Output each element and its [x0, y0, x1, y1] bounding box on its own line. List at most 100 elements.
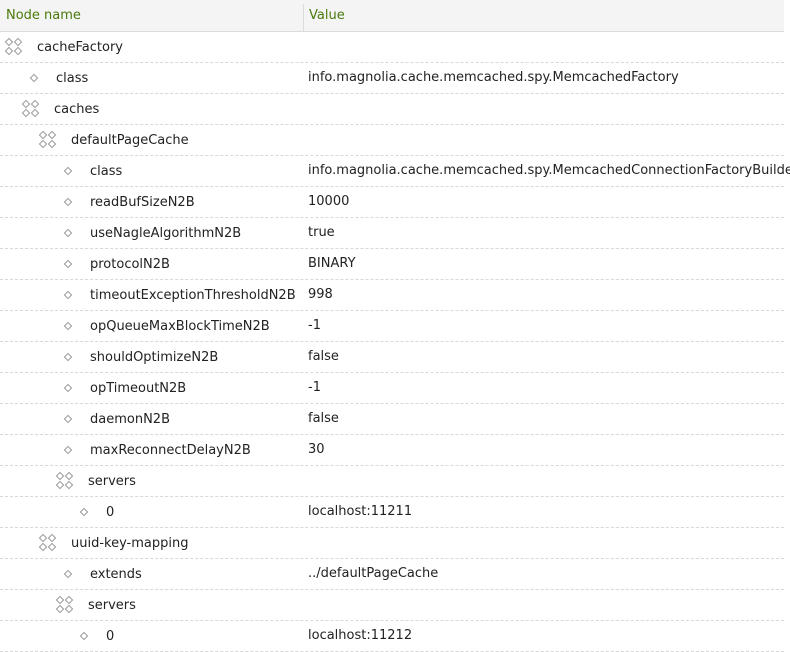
- node-value-cell: false: [308, 349, 339, 364]
- node-name-label: protocolN2B: [90, 256, 170, 272]
- column-header-node-name[interactable]: Node name: [6, 0, 81, 32]
- node-name-cell: 0: [79, 621, 115, 651]
- node-value-cell: -1: [308, 318, 321, 333]
- node-name-cell: uuid-key-mapping: [38, 528, 189, 558]
- column-header-value[interactable]: Value: [309, 0, 345, 32]
- node-name-label: servers: [88, 597, 136, 613]
- node-value-cell: BINARY: [308, 256, 356, 271]
- node-name-label: extends: [90, 566, 142, 582]
- node-value-cell: ../defaultPageCache: [308, 566, 439, 581]
- property-node-icon: [63, 259, 73, 269]
- tree-row[interactable]: opQueueMaxBlockTimeN2B -1: [0, 311, 784, 342]
- node-value-cell: true: [308, 225, 335, 240]
- node-name-cell: defaultPageCache: [38, 125, 189, 155]
- node-name-label: maxReconnectDelayN2B: [90, 442, 251, 458]
- tree-row[interactable]: class info.magnolia.cache.memcached.spy.M…: [0, 156, 790, 187]
- node-value-cell: info.magnolia.cache.memcached.spy.Memcac…: [308, 163, 790, 178]
- tree-row[interactable]: class info.magnolia.cache.memcached.spy.M…: [0, 63, 784, 94]
- content-node-icon: [38, 533, 57, 552]
- tree-row[interactable]: servers: [0, 590, 784, 621]
- tree-row[interactable]: shouldOptimizeN2B false: [0, 342, 784, 373]
- content-node-icon: [4, 37, 23, 56]
- node-name-cell: caches: [21, 94, 100, 124]
- node-name-label: daemonN2B: [90, 411, 170, 427]
- node-name-label: opQueueMaxBlockTimeN2B: [90, 318, 270, 334]
- table-header: Node name Value: [0, 0, 784, 32]
- property-node-icon: [63, 197, 73, 207]
- node-name-cell: class: [63, 156, 123, 186]
- node-name-label: caches: [54, 101, 100, 117]
- property-node-icon: [63, 321, 73, 331]
- property-node-icon: [63, 228, 73, 238]
- tree-row[interactable]: readBufSizeN2B 10000: [0, 187, 784, 218]
- node-name-cell: extends: [63, 559, 142, 589]
- property-node-icon: [63, 352, 73, 362]
- tree-row[interactable]: 0 localhost:11212: [0, 621, 784, 652]
- tree-rows: cacheFactory class info.magnolia.cache.mem…: [0, 32, 790, 652]
- node-value-cell: false: [308, 411, 339, 426]
- node-value-cell: info.magnolia.cache.memcached.spy.Memcac…: [308, 70, 679, 85]
- node-name-cell: class: [29, 63, 89, 93]
- node-tree-table: Node name Value cacheFactory class info.ma…: [0, 0, 790, 652]
- tree-row[interactable]: extends ../defaultPageCache: [0, 559, 784, 590]
- node-name-label: useNagleAlgorithmN2B: [90, 225, 242, 241]
- node-name-label: defaultPageCache: [71, 132, 189, 148]
- node-name-cell: opTimeoutN2B: [63, 373, 187, 403]
- property-node-icon: [29, 73, 39, 83]
- node-value-cell: -1: [308, 380, 321, 395]
- property-node-icon: [63, 383, 73, 393]
- node-name-label: class: [90, 163, 123, 179]
- property-node-icon: [79, 631, 89, 641]
- property-node-icon: [63, 445, 73, 455]
- node-name-cell: maxReconnectDelayN2B: [63, 435, 251, 465]
- node-name-cell: readBufSizeN2B: [63, 187, 195, 217]
- node-name-label: opTimeoutN2B: [90, 380, 187, 396]
- node-name-label: 0: [106, 628, 115, 644]
- node-name-cell: cacheFactory: [4, 32, 123, 62]
- node-name-label: uuid-key-mapping: [71, 535, 189, 551]
- content-node-icon: [38, 130, 57, 149]
- content-node-icon: [55, 471, 74, 490]
- node-name-cell: timeoutExceptionThresholdN2B: [63, 280, 296, 310]
- node-name-cell: shouldOptimizeN2B: [63, 342, 219, 372]
- node-name-cell: useNagleAlgorithmN2B: [63, 218, 242, 248]
- node-value-cell: localhost:11212: [308, 628, 413, 643]
- node-name-label: timeoutExceptionThresholdN2B: [90, 287, 296, 303]
- node-name-label: cacheFactory: [37, 39, 123, 55]
- tree-row[interactable]: uuid-key-mapping: [0, 528, 784, 559]
- tree-row[interactable]: timeoutExceptionThresholdN2B 998: [0, 280, 784, 311]
- content-node-icon: [55, 595, 74, 614]
- node-name-cell: opQueueMaxBlockTimeN2B: [63, 311, 270, 341]
- node-name-label: readBufSizeN2B: [90, 194, 195, 210]
- content-node-icon: [21, 99, 40, 118]
- column-divider[interactable]: [303, 4, 304, 32]
- tree-row[interactable]: daemonN2B false: [0, 404, 784, 435]
- node-name-label: shouldOptimizeN2B: [90, 349, 219, 365]
- node-name-label: class: [56, 70, 89, 86]
- node-name-cell: 0: [79, 497, 115, 527]
- tree-row[interactable]: defaultPageCache: [0, 125, 784, 156]
- node-name-cell: protocolN2B: [63, 249, 170, 279]
- property-node-icon: [63, 290, 73, 300]
- node-value-cell: localhost:11211: [308, 504, 413, 519]
- tree-row[interactable]: useNagleAlgorithmN2B true: [0, 218, 784, 249]
- property-node-icon: [63, 166, 73, 176]
- tree-row[interactable]: cacheFactory: [0, 32, 784, 63]
- node-name-cell: servers: [55, 466, 136, 496]
- tree-row[interactable]: 0 localhost:11211: [0, 497, 784, 528]
- node-value-cell: 10000: [308, 194, 350, 209]
- property-node-icon: [79, 507, 89, 517]
- property-node-icon: [63, 414, 73, 424]
- node-value-cell: 998: [308, 287, 333, 302]
- tree-row[interactable]: maxReconnectDelayN2B 30: [0, 435, 784, 466]
- node-value-cell: 30: [308, 442, 325, 457]
- node-name-label: 0: [106, 504, 115, 520]
- property-node-icon: [63, 569, 73, 579]
- node-name-cell: daemonN2B: [63, 404, 170, 434]
- tree-row[interactable]: servers: [0, 466, 784, 497]
- tree-row[interactable]: caches: [0, 94, 784, 125]
- node-name-label: servers: [88, 473, 136, 489]
- node-name-cell: servers: [55, 590, 136, 620]
- tree-row[interactable]: protocolN2B BINARY: [0, 249, 784, 280]
- tree-row[interactable]: opTimeoutN2B -1: [0, 373, 784, 404]
